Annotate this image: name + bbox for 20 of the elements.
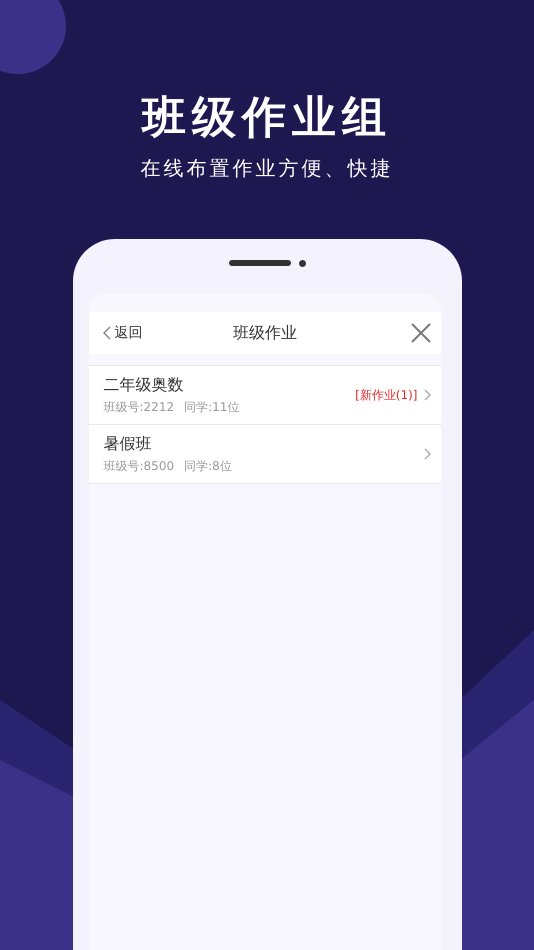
student-count: 同学:8位 <box>184 458 232 474</box>
back-button[interactable]: 返回 <box>102 324 142 342</box>
back-icon <box>102 326 110 340</box>
camera-icon <box>298 260 306 266</box>
chevron-icon <box>424 389 430 401</box>
class-name: 暑假班 <box>104 434 152 454</box>
class-row[interactable]: 暑假班 班级号:8500 同学:8位 <box>88 425 440 484</box>
class-row[interactable]: 二年级奥数 班级号:2212 同学:11位 [新作业(1)] <box>88 366 440 425</box>
page-title: 班级作业 <box>232 322 298 344</box>
class-name: 二年级奥数 <box>104 374 184 396</box>
class-number: 班级号:8500 <box>104 458 174 474</box>
new-homework-label: [新作业(1)] <box>355 386 418 404</box>
headline: 班级作业组 <box>142 91 392 145</box>
close-button[interactable] <box>410 323 430 343</box>
class-number: 班级号:2212 <box>104 398 174 416</box>
chevron-icon <box>424 448 430 460</box>
student-count: 同学:11位 <box>184 398 240 416</box>
subtitle: 在线布置作业方便、快捷 <box>140 155 394 182</box>
close-icon <box>410 323 430 343</box>
speaker-icon <box>228 260 290 266</box>
